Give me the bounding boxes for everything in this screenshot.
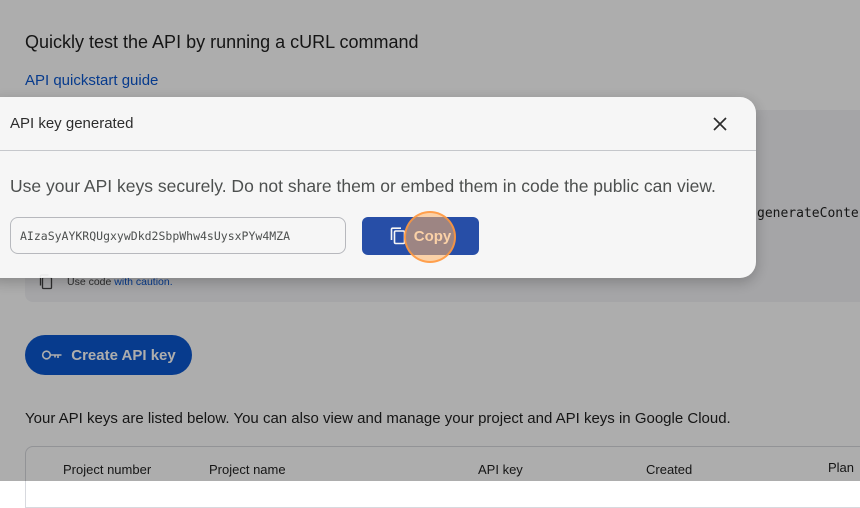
- copy-button-label: Copy: [413, 227, 452, 245]
- copy-icon: [390, 227, 406, 245]
- copy-button[interactable]: Copy: [362, 217, 479, 255]
- close-icon: [713, 117, 727, 131]
- api-key-generated-dialog: API key generated Use your API keys secu…: [0, 97, 756, 278]
- dialog-title: API key generated: [10, 115, 134, 132]
- api-key-field[interactable]: [10, 217, 346, 254]
- close-button[interactable]: [706, 110, 734, 138]
- dialog-divider: [0, 150, 756, 151]
- security-warning: Use your API keys securely. Do not share…: [10, 176, 716, 196]
